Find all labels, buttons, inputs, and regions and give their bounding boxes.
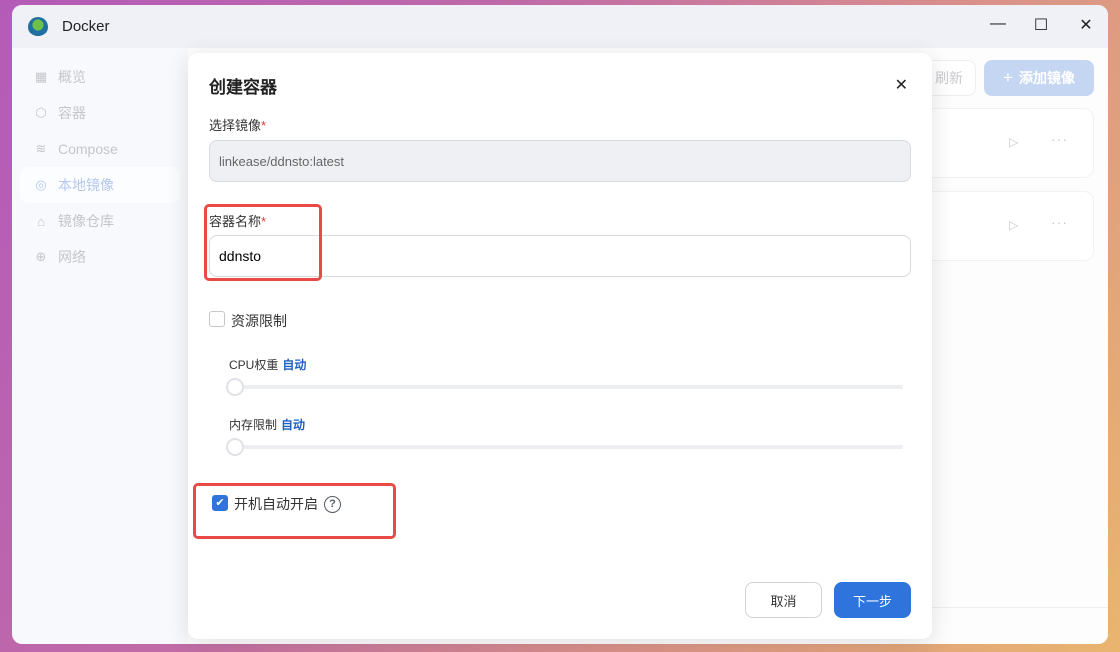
sidebar-item-local-images[interactable]: ◎ 本地镜像 [20,167,180,203]
globe-icon: ⊕ [35,249,47,264]
sidebar-item-label: 概览 [58,69,86,85]
more-icon[interactable]: ··· [1051,131,1068,147]
cpu-weight-slider[interactable] [226,378,903,396]
sidebar-item-label: Compose [58,141,118,157]
cube-icon: ⬡ [35,105,47,120]
plus-icon: + [1003,68,1013,87]
title-bar: Docker — ☐ ✕ [12,5,1108,48]
image-field[interactable]: linkease/ddnsto:latest [209,140,911,182]
memory-limit-slider[interactable] [226,438,903,456]
sidebar: ▦ 概览 ⬡ 容器 ≋ Compose ◎ 本地镜像 ⌂ 镜像仓库 ⊕ 网络 [20,59,180,275]
create-container-dialog: 创建容器 ✕ 选择镜像* linkease/ddnsto:latest 容器名称… [188,53,932,639]
minimize-button[interactable]: — [988,15,1008,33]
add-image-label: 添加镜像 [1018,70,1075,86]
cancel-button[interactable]: 取消 [745,582,822,618]
dialog-title: 创建容器 [209,78,277,97]
sidebar-item-registry[interactable]: ⌂ 镜像仓库 [20,203,180,239]
sidebar-item-label: 镜像仓库 [58,213,114,229]
close-window-button[interactable]: ✕ [1076,15,1096,35]
resource-limit-checkbox[interactable] [209,311,225,327]
sidebar-item-overview[interactable]: ▦ 概览 [20,59,180,95]
sidebar-item-label: 容器 [58,105,86,121]
image-label: 选择镜像* [209,118,267,133]
sidebar-item-network[interactable]: ⊕ 网络 [20,239,180,275]
slider-thumb[interactable] [226,438,244,456]
sidebar-item-label: 本地镜像 [58,177,114,193]
play-icon[interactable]: ▷ [1009,135,1018,149]
window-title: Docker [62,18,110,35]
more-icon[interactable]: ··· [1051,214,1068,230]
docker-logo-icon [28,16,48,37]
grid-icon: ▦ [34,69,48,84]
maximize-button[interactable]: ☐ [1031,15,1051,35]
home-icon: ⌂ [37,213,45,229]
memory-limit-label: 内存限制 自动 [229,418,306,432]
cpu-weight-label: CPU权重 自动 [229,358,307,372]
sidebar-item-containers[interactable]: ⬡ 容器 [20,95,180,131]
play-icon[interactable]: ▷ [1009,218,1018,232]
sidebar-item-label: 网络 [58,249,86,265]
highlight-box [204,204,322,281]
highlight-box [193,483,396,539]
close-dialog-button[interactable]: ✕ [895,75,908,95]
resource-limit-label: 资源限制 [231,313,287,329]
layers-icon: ≋ [35,141,47,156]
disk-icon: ◎ [35,177,47,192]
add-image-button[interactable]: + 添加镜像 [984,60,1094,96]
next-button[interactable]: 下一步 [834,582,911,618]
sidebar-item-compose[interactable]: ≋ Compose [20,131,180,167]
slider-thumb[interactable] [226,378,244,396]
